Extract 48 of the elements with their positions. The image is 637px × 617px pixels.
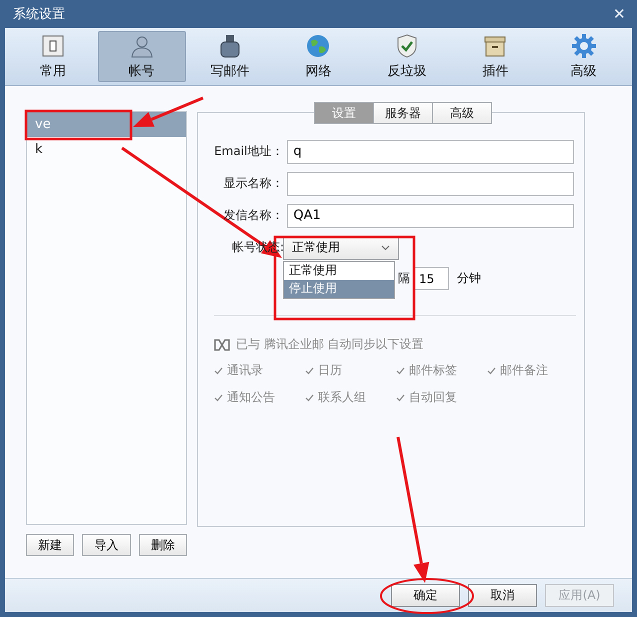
account-item[interactable]: k xyxy=(27,137,186,162)
sync-item: 通知公告 xyxy=(214,389,305,406)
sync-item: 自动回复 xyxy=(396,389,487,406)
check-icon xyxy=(487,366,496,374)
field-label: Email地址： xyxy=(214,143,284,160)
sync-notice: 已与 腾讯企业邮 自动同步以下设置 xyxy=(236,336,424,353)
field-label: 发信名称： xyxy=(222,207,284,224)
check-icon xyxy=(396,366,405,374)
check-icon xyxy=(305,394,314,402)
interval-field[interactable]: 15 xyxy=(414,267,449,290)
dialog-button[interactable]: 确定 xyxy=(391,584,460,607)
close-button[interactable]: ✕ xyxy=(613,5,626,23)
field-label: 显示名称： xyxy=(222,175,284,192)
text-field[interactable] xyxy=(287,172,574,196)
toolbar-tab[interactable]: 帐号 xyxy=(98,31,186,82)
sync-item: 邮件标签 xyxy=(396,362,487,379)
account-action-button[interactable]: 删除 xyxy=(138,534,187,556)
account-action-button[interactable]: 导入 xyxy=(82,534,131,556)
sync-item: 联系人组 xyxy=(305,389,396,406)
check-icon xyxy=(305,366,314,374)
gear-icon xyxy=(570,33,597,59)
check-icon xyxy=(214,394,223,402)
text-field[interactable]: QA1 xyxy=(287,204,574,228)
toolbar-tab[interactable]: 高级 xyxy=(540,31,628,82)
check-icon xyxy=(396,394,405,402)
switch-icon xyxy=(40,33,66,59)
sync-item: 通讯录 xyxy=(214,362,305,379)
toolbar-tab[interactable]: 写邮件 xyxy=(186,31,274,82)
unit-label: 分钟 xyxy=(457,270,481,287)
link-icon xyxy=(214,338,230,350)
annotation-arrow xyxy=(133,96,204,127)
panel-tab[interactable]: 服务器 xyxy=(373,102,433,124)
window-title: 系统设置 xyxy=(13,6,65,23)
toolbar-tab[interactable]: 常用 xyxy=(9,31,98,82)
interval-label: 隔 xyxy=(398,270,410,287)
sync-item: 日历 xyxy=(305,362,396,379)
text-field[interactable]: q xyxy=(287,140,574,164)
sync-item: 邮件备注 xyxy=(487,362,578,379)
toolbar-tab[interactable]: 反垃圾 xyxy=(362,31,451,82)
panel-tab[interactable]: 高级 xyxy=(432,102,492,124)
dialog-button[interactable]: 取消 xyxy=(468,584,537,607)
check-icon xyxy=(214,366,223,374)
chevron-down-icon xyxy=(381,244,390,250)
toolbar-tab[interactable]: 插件 xyxy=(451,31,540,82)
toolbar-tab[interactable]: 网络 xyxy=(274,31,362,82)
status-dropdown[interactable]: 正常使用 xyxy=(283,236,399,260)
account-action-button[interactable]: 新建 xyxy=(26,534,74,556)
globe-icon xyxy=(305,33,332,59)
